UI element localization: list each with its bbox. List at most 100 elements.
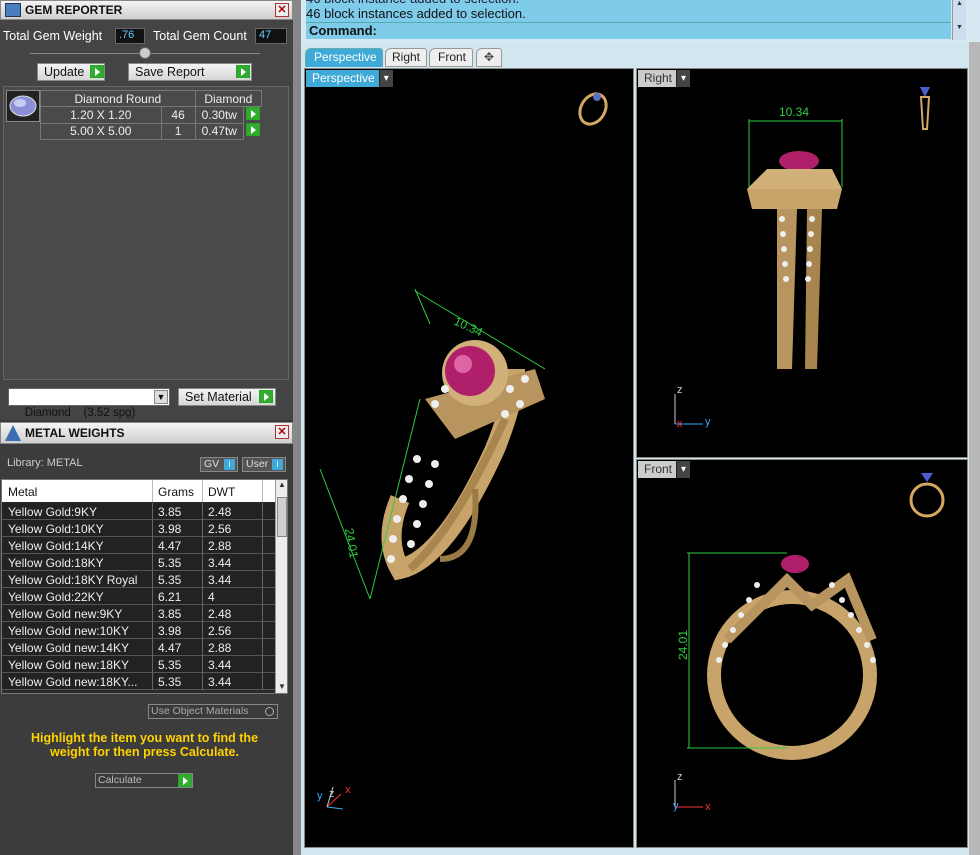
metal-weights-titlebar: METAL WEIGHTS ✕ <box>0 422 293 444</box>
save-report-button[interactable]: Save Report <box>128 63 252 81</box>
ring-orientation-icon <box>909 473 945 518</box>
metal-grams-cell: 4.47 <box>158 641 182 655</box>
metal-metal-cell: Yellow Gold:10KY <box>8 522 104 536</box>
metal-metal-cell: Yellow Gold new:9KY <box>8 607 123 621</box>
metal-metal-cell: Yellow Gold:18KY <box>8 556 104 570</box>
metal-table-header: Metal Grams DWT <box>2 480 275 502</box>
update-go-icon[interactable] <box>90 65 104 78</box>
metal-weights-icon <box>5 425 21 441</box>
metal-grams-cell: 4.47 <box>158 539 182 553</box>
col-grams[interactable]: Grams <box>158 485 194 499</box>
viewport-right[interactable]: Right 10.34 z y x <box>636 68 968 458</box>
close-icon[interactable]: ✕ <box>275 425 289 439</box>
command-prompt: Command: <box>309 23 377 38</box>
go-arrow-icon[interactable] <box>245 123 260 136</box>
table-row[interactable]: Yellow Gold:10KY 3.98 2.56 <box>2 520 275 537</box>
table-row[interactable]: Yellow Gold:14KY 4.47 2.88 <box>2 537 275 554</box>
gv-toggle[interactable]: GV i <box>200 457 238 472</box>
table-row[interactable]: Yellow Gold:18KY 5.35 3.44 <box>2 554 275 571</box>
gem-row-go[interactable] <box>243 123 261 139</box>
ring-model <box>707 555 877 760</box>
metal-metal-cell: Yellow Gold new:14KY <box>8 641 129 655</box>
gem-row[interactable]: 5.00 X 5.00 1 0.47tw <box>40 122 262 140</box>
tab-front[interactable]: Front <box>429 48 473 67</box>
axis-x-label: x <box>677 418 683 430</box>
gem-weight: 0.47tw <box>194 122 244 140</box>
metal-metal-cell: Yellow Gold:18KY Royal <box>8 573 138 587</box>
metal-dwt-cell: 3.44 <box>208 556 232 570</box>
tab-perspective[interactable]: Perspective <box>305 48 383 67</box>
axis-gizmo: z y x <box>674 384 711 430</box>
table-row[interactable]: Yellow Gold:18KY Royal 5.35 3.44 <box>2 571 275 588</box>
col-dwt[interactable]: DWT <box>208 485 235 499</box>
set-material-label: Set Material <box>185 390 252 404</box>
metal-table-body: Yellow Gold:9KY 3.85 2.48 Yellow Gold:10KY 3… <box>2 503 275 690</box>
go-arrow-icon[interactable] <box>245 107 260 120</box>
close-icon[interactable]: ✕ <box>275 3 289 17</box>
ring-orientation-icon <box>919 87 931 130</box>
viewport-label-text: Perspective <box>312 71 375 85</box>
viewport-perspective[interactable]: Perspective 10.34 <box>304 68 634 848</box>
metal-metal-cell: Yellow Gold new:18KY <box>8 658 129 672</box>
gem-count: 46 <box>160 106 196 124</box>
right-edge-strip <box>969 42 980 855</box>
metal-metal-cell: Yellow Gold:14KY <box>8 539 104 553</box>
set-material-go-icon[interactable] <box>259 390 273 403</box>
gem-row-go[interactable] <box>243 107 261 124</box>
save-report-go-icon[interactable] <box>236 65 250 78</box>
tab-perspective-label: Perspective <box>314 50 377 64</box>
table-row[interactable]: Yellow Gold new:10KY 3.98 2.56 <box>2 622 275 639</box>
scroll-up-icon[interactable]: ▲ <box>276 480 287 493</box>
axis-gizmo: z x y <box>673 771 711 813</box>
scrollbar[interactable]: ▲ ▼ <box>275 480 287 693</box>
table-row[interactable]: Yellow Gold new:18KY... 5.35 3.44 <box>2 673 275 690</box>
metal-metal-cell: Yellow Gold new:10KY <box>8 624 129 638</box>
splitter-handle[interactable] <box>139 47 151 59</box>
command-scrollbar[interactable]: ▲ ▼ <box>952 0 966 40</box>
ring-model <box>747 151 842 369</box>
material-select[interactable]: Diamond (3.52 spg) ▼ <box>8 388 170 419</box>
calculate-label: Calculate <box>98 774 142 786</box>
metal-weights-panel: METAL WEIGHTS ✕ Library: METAL GV i User… <box>0 422 293 855</box>
col-metal[interactable]: Metal <box>8 485 37 499</box>
scroll-down-icon[interactable]: ▼ <box>276 682 287 693</box>
axis-z-label: z <box>677 771 683 783</box>
user-label: User <box>246 458 269 470</box>
axis-y-label: y <box>317 790 323 802</box>
viewport-front[interactable]: Front 24.01 z x y <box>636 459 968 848</box>
dimension-label: 24.01 <box>676 630 690 660</box>
gem-reporter-title: GEM REPORTER <box>25 3 123 17</box>
command-input[interactable]: Command: <box>306 22 951 39</box>
table-row[interactable]: Yellow Gold:22KY 6.21 4 <box>2 588 275 605</box>
use-object-materials-toggle[interactable]: Use Object Materials <box>148 704 278 719</box>
gem-header-type: Diamond <box>194 90 263 107</box>
command-area: 46 block instance added to selection. 46… <box>301 0 980 42</box>
metal-dwt-cell: 3.44 <box>208 658 232 672</box>
viewport-front-label[interactable]: Front <box>638 461 691 478</box>
table-row[interactable]: Yellow Gold new:14KY 4.47 2.88 <box>2 639 275 656</box>
viewport-right-label[interactable]: Right <box>638 70 691 87</box>
user-toggle[interactable]: User i <box>242 457 286 472</box>
table-row[interactable]: Yellow Gold:9KY 3.85 2.48 <box>2 503 275 520</box>
metal-metal-cell: Yellow Gold:22KY <box>8 590 104 604</box>
tab-right-label: Right <box>392 50 421 64</box>
scroll-up-icon[interactable]: ▲ <box>953 0 966 7</box>
add-tab-icon[interactable]: ✥ <box>476 48 502 67</box>
metal-grams-cell: 5.35 <box>158 658 182 672</box>
metal-table-container: Metal Grams DWT Yellow Gold:9KY 3.85 2.48 Y… <box>1 479 288 694</box>
scroll-down-icon[interactable]: ▼ <box>953 24 966 31</box>
tab-right[interactable]: Right <box>385 48 427 67</box>
metal-grams-cell: 3.85 <box>158 505 182 519</box>
viewport-perspective-label[interactable]: Perspective <box>306 70 393 87</box>
gem-size: 1.20 X 1.20 <box>40 106 162 124</box>
axis-y-label: y <box>673 800 679 812</box>
axis-x-label: x <box>705 801 711 813</box>
metal-dwt-cell: 4 <box>208 590 215 604</box>
table-row[interactable]: Yellow Gold new:9KY 3.85 2.48 <box>2 605 275 622</box>
gem-row[interactable]: 1.20 X 1.20 46 0.30tw <box>40 106 262 124</box>
chevron-down-icon[interactable]: ▼ <box>154 390 168 404</box>
table-row[interactable]: Yellow Gold new:18KY 5.35 3.44 <box>2 656 275 673</box>
radio-icon[interactable] <box>265 707 274 716</box>
calculate-go-icon[interactable] <box>178 774 192 787</box>
scroll-thumb[interactable] <box>277 497 287 537</box>
